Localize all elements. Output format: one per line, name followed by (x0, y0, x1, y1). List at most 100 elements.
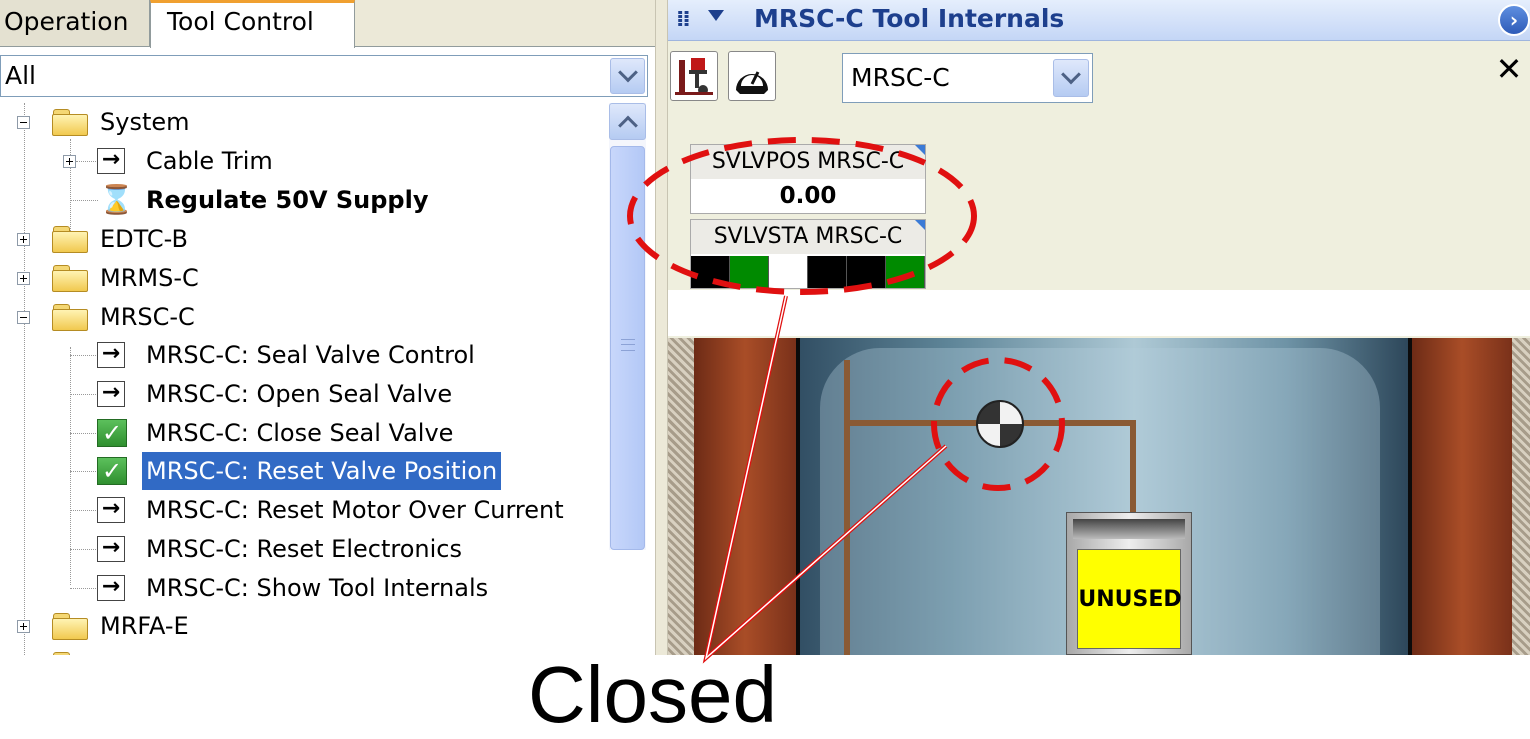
arrow-right-icon: → (97, 497, 125, 523)
tool-selector-value: MRSC-C (851, 63, 950, 92)
close-button[interactable]: ✕ (1494, 49, 1524, 89)
gauge-view-button[interactable] (728, 51, 776, 101)
folder-icon (52, 109, 88, 136)
tree-item-show-tool-internals[interactable]: → MRSC-C: Show Tool Internals (0, 569, 607, 607)
folder-icon (52, 652, 88, 655)
status-segments (691, 256, 925, 288)
gauge-value: 0.00 (779, 183, 837, 209)
formation-left (694, 338, 796, 655)
rock-texture-left (668, 338, 694, 655)
tab-tool-control[interactable]: Tool Control (150, 0, 355, 48)
tree-item-label: MRSC-C: Open Seal Valve (146, 380, 453, 408)
tree-item-label: MRMS-C (100, 264, 199, 292)
expand-icon[interactable] (17, 272, 30, 285)
chevron-down-icon (617, 62, 638, 83)
tree-item-open-seal-valve[interactable]: → MRSC-C: Open Seal Valve (0, 375, 607, 413)
tool-selector-button[interactable] (1053, 59, 1089, 97)
expand-icon[interactable] (17, 620, 30, 633)
tree-item-reset-motor-over-current[interactable]: → MRSC-C: Reset Motor Over Current (0, 491, 607, 529)
tree-item-reset-electronics[interactable]: → MRSC-C: Reset Electronics (0, 530, 607, 568)
folder-icon (52, 613, 88, 640)
tool-selector-dropdown[interactable]: MRSC-C (842, 53, 1093, 103)
tree-item-label: MRFA-E (100, 612, 189, 640)
checkmark-icon: ✓ (97, 419, 127, 447)
flowline-left (844, 360, 850, 655)
svlvsta-gauge[interactable]: SVLVSTA MRSC-C (690, 219, 926, 289)
filter-value: All (5, 61, 36, 90)
folder-icon (52, 304, 88, 331)
tree-item-reset-valve-position[interactable]: ✓ MRSC-C: Reset Valve Position (0, 452, 607, 490)
tab-bar: Operation Tool Control (0, 0, 655, 48)
annotation-label: Closed (528, 650, 778, 739)
tree-item-label: System (100, 108, 190, 136)
gauge-label: SVLVPOS MRSC-C (691, 145, 925, 179)
status-segment (730, 256, 769, 288)
unused-canister: UNUSED (1066, 512, 1192, 655)
filter-dropdown-button[interactable] (610, 58, 645, 94)
collapse-icon[interactable] (17, 311, 30, 324)
svlvpos-gauge[interactable]: SVLVPOS MRSC-C 0.00 (690, 144, 926, 214)
arrow-right-icon: → (97, 381, 125, 407)
gauge-corner-icon (915, 220, 925, 230)
tree-item-label: MRSC-C (100, 303, 195, 331)
panel-title-bar: ⁞⁞ MRSC-C Tool Internals › (668, 0, 1530, 41)
tree-item-mrms-c[interactable]: MRMS-C (0, 259, 607, 297)
tree-item-edtc-b[interactable]: EDTC-B (0, 220, 607, 258)
seal-valve-icon[interactable] (976, 400, 1024, 448)
folder-icon (52, 226, 88, 253)
status-segment (691, 256, 730, 288)
expand-icon[interactable] (17, 233, 30, 246)
flowline-right (1130, 420, 1136, 514)
diagram-separator (668, 290, 1530, 336)
scroll-up-button[interactable] (609, 103, 646, 140)
tree-item-mrfa-e[interactable]: MRFA-E (0, 607, 607, 645)
tree-item-seal-valve-control[interactable]: → MRSC-C: Seal Valve Control (0, 336, 607, 374)
tree-item-label: MRSC-C: Close Seal Valve (146, 419, 454, 447)
canister-label: UNUSED (1078, 587, 1182, 612)
tree-item-label: MRSC-C: Seal Valve Control (146, 341, 475, 369)
expand-icon[interactable] (63, 155, 76, 168)
status-segment (886, 256, 925, 288)
tree-item-label: MRSC-C: Reset Motor Over Current (146, 496, 564, 524)
filter-dropdown[interactable]: All (0, 55, 648, 97)
canister-cap (1073, 519, 1185, 539)
gauge-label: SVLVSTA MRSC-C (691, 220, 925, 254)
tree-item-close-seal-valve[interactable]: ✓ MRSC-C: Close Seal Valve (0, 414, 607, 452)
tree-item-mrsc-c[interactable]: MRSC-C (0, 298, 607, 336)
tree-item-system[interactable]: System (0, 103, 607, 141)
tool-control-panel: Operation Tool Control All System → Cabl… (0, 0, 655, 655)
chevron-down-icon (1061, 64, 1081, 85)
tree-item-label: Cable Trim (146, 147, 273, 175)
rock-texture-right (1512, 338, 1530, 655)
chevron-up-icon (617, 115, 638, 135)
panel-menu-arrow-icon[interactable] (708, 10, 724, 21)
panel-title: MRSC-C Tool Internals (754, 4, 1065, 33)
tree-item-cable-trim[interactable]: → Cable Trim (0, 142, 607, 180)
tree-item-partial[interactable] (0, 646, 607, 655)
formation-right (1412, 338, 1512, 655)
tab-operation[interactable]: Operation (0, 0, 150, 46)
panel-splitter[interactable] (655, 0, 668, 655)
tree-item-label: Regulate 50V Supply (146, 186, 429, 214)
command-tree: System → Cable Trim ⌛ Regulate 50V Suppl… (0, 103, 607, 655)
collapse-icon[interactable] (17, 116, 30, 129)
status-segment (769, 256, 808, 288)
tree-item-label: MRSC-C: Reset Electronics (146, 535, 462, 563)
arrow-right-icon: → (97, 575, 125, 601)
tree-item-label: MRSC-C: Show Tool Internals (146, 574, 489, 602)
tree-item-label-selected: MRSC-C: Reset Valve Position (142, 452, 502, 490)
panel-more-button[interactable]: › (1498, 4, 1530, 36)
folder-icon (52, 265, 88, 292)
checkmark-icon: ✓ (97, 457, 127, 485)
tree-scrollbar[interactable] (609, 103, 646, 550)
canister-label-bg: UNUSED (1077, 549, 1182, 649)
arrow-right-icon: → (97, 148, 125, 174)
status-segment (808, 256, 847, 288)
tree-item-regulate-50v-supply[interactable]: ⌛ Regulate 50V Supply (0, 181, 607, 219)
arrow-right-icon: → (97, 342, 125, 368)
status-segment (847, 256, 886, 288)
tree-item-label: EDTC-B (100, 225, 188, 253)
tool-schematic-button[interactable] (670, 51, 718, 101)
drag-grip-icon[interactable]: ⁞⁞ (676, 6, 692, 34)
scroll-thumb[interactable] (610, 146, 645, 550)
